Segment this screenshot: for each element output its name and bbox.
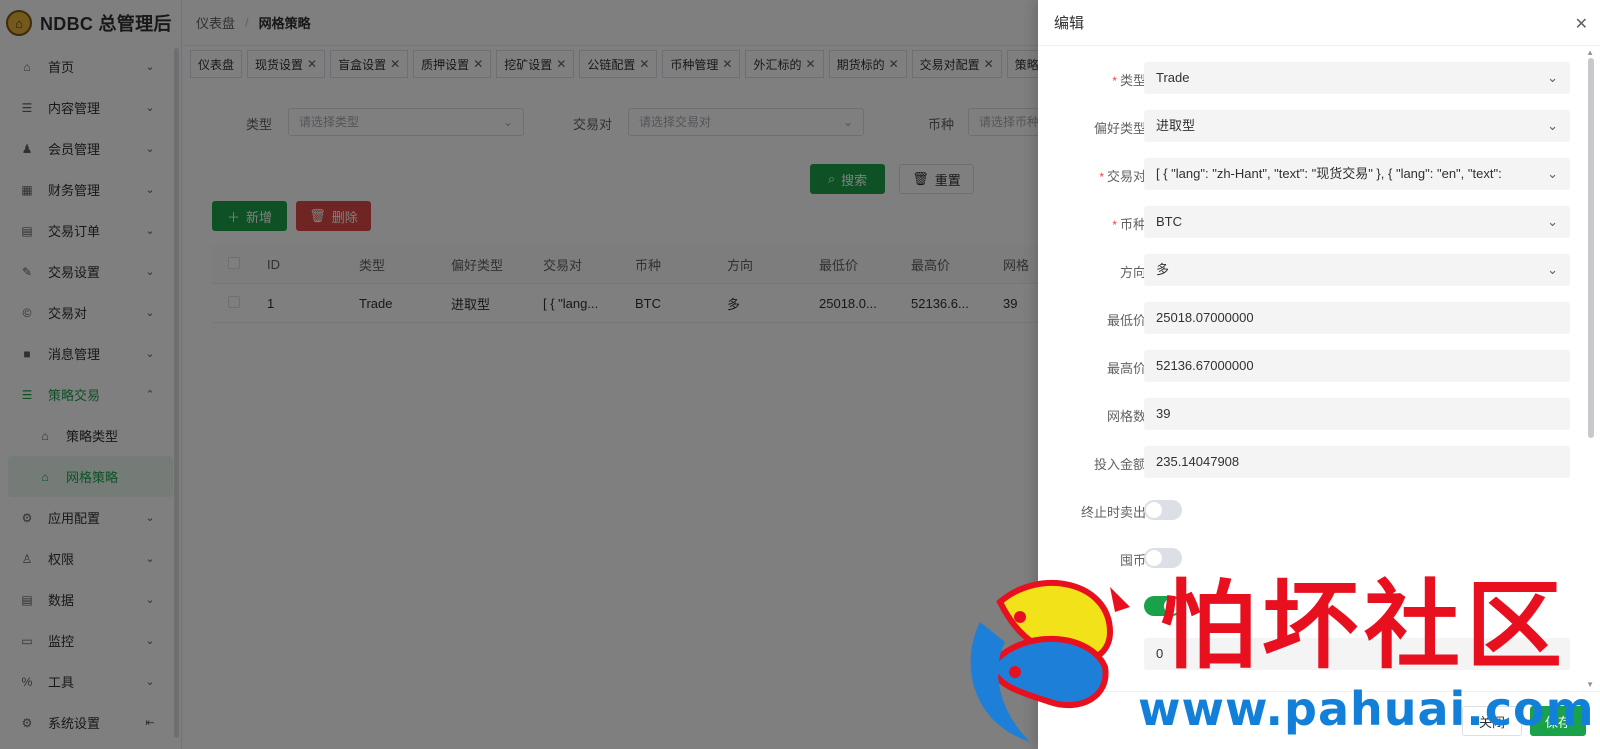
form-label-text: 终止时卖出 <box>1080 505 1146 520</box>
form-label-text: 最低价 <box>1106 313 1146 328</box>
form-label: 投入金额 <box>1094 454 1146 473</box>
form-select[interactable]: Trade ⌄ <box>1144 62 1570 94</box>
form-select[interactable]: 进取型 ⌄ <box>1144 110 1570 142</box>
switch-knob <box>1146 502 1162 518</box>
form-item: * 类型 Trade ⌄ <box>1038 62 1584 94</box>
switch-knob <box>1146 550 1162 566</box>
form-label-text: 交易对 <box>1106 169 1146 184</box>
field-value: 39 <box>1156 406 1171 421</box>
form-select[interactable]: [ { "lang": "zh-Hant", "text": "现货交易" },… <box>1144 158 1570 190</box>
field-value: 多 <box>1156 262 1170 277</box>
form-label: 网格数 <box>1107 406 1146 425</box>
field-value: 52136.67000000 <box>1156 358 1254 373</box>
switch-knob <box>1164 598 1180 614</box>
chevron-down-icon: ⌄ <box>1541 254 1558 286</box>
field-value: 进取型 <box>1156 118 1196 133</box>
form-label-text: 投入金额 <box>1093 457 1146 472</box>
scroll-down-icon[interactable]: ▼ <box>1586 680 1594 689</box>
form-label: * 交易对 <box>1099 166 1146 185</box>
form-item: 投入金额 235.14047908 <box>1038 446 1584 478</box>
form-label: 最低价 <box>1107 310 1146 329</box>
field-value: BTC <box>1156 214 1182 229</box>
field-value: 235.14047908 <box>1156 454 1240 469</box>
form-input[interactable]: 25018.07000000 <box>1144 302 1570 334</box>
form-item: 0 <box>1038 638 1584 670</box>
field-value: [ { "lang": "zh-Hant", "text": "现货交易" },… <box>1156 166 1502 181</box>
save-button[interactable]: 保存 <box>1530 706 1586 736</box>
form-label-text: 网格数 <box>1106 409 1146 424</box>
form-input[interactable]: 0 <box>1144 638 1570 670</box>
chevron-down-icon: ⌄ <box>1541 206 1558 238</box>
form-label-text: 币种 <box>1119 217 1146 232</box>
drawer-title: 编辑 <box>1054 15 1085 32</box>
field-value: 0 <box>1156 646 1164 661</box>
form-input[interactable]: 39 <box>1144 398 1570 430</box>
form-label: 最高价 <box>1107 358 1146 377</box>
form-label-text: 类型 <box>1119 73 1146 88</box>
form-item: 终止时卖出 <box>1038 494 1584 526</box>
field-value: Trade <box>1156 70 1190 85</box>
form-label: * 币种 <box>1112 214 1146 233</box>
form-label: 偏好类型 <box>1094 118 1146 137</box>
close-icon[interactable]: ✕ <box>1575 14 1588 34</box>
form-item: 网格数 39 <box>1038 398 1584 430</box>
required-asterisk: * <box>1112 74 1117 88</box>
form-label: * 类型 <box>1112 70 1146 89</box>
toggle-switch[interactable] <box>1144 500 1182 520</box>
form-item: 囤币 <box>1038 542 1584 574</box>
scroll-up-icon[interactable]: ▲ <box>1586 48 1594 57</box>
form-item: 偏好类型 进取型 ⌄ <box>1038 110 1584 142</box>
modal-overlay[interactable] <box>0 0 1038 749</box>
form-select[interactable]: BTC ⌄ <box>1144 206 1570 238</box>
field-value: 25018.07000000 <box>1156 310 1254 325</box>
form-item: 最高价 52136.67000000 <box>1038 350 1584 382</box>
form-input[interactable]: 235.14047908 <box>1144 446 1570 478</box>
form-label: 方向 <box>1120 262 1146 281</box>
form-label: 终止时卖出 <box>1081 502 1146 521</box>
form-label-text: 方向 <box>1119 265 1146 280</box>
chevron-down-icon: ⌄ <box>1541 158 1558 190</box>
form-label-text: 最高价 <box>1106 361 1146 376</box>
form-label: 囤币 <box>1120 550 1146 569</box>
chevron-down-icon: ⌄ <box>1541 110 1558 142</box>
close-button[interactable]: 关闭 <box>1462 706 1522 736</box>
chevron-down-icon: ⌄ <box>1541 62 1558 94</box>
edit-drawer: 编辑 ✕ * 类型 Trade ⌄ 偏好类型 进取型 ⌄ * 交易对[ { "lang": "z… <box>1038 0 1600 749</box>
form-item: 最低价 25018.07000000 <box>1038 302 1584 334</box>
form-item: * 币种 BTC ⌄ <box>1038 206 1584 238</box>
toggle-switch[interactable] <box>1144 596 1182 616</box>
drawer-form: * 类型 Trade ⌄ 偏好类型 进取型 ⌄ * 交易对[ { "lang": "zh-Han… <box>1038 46 1584 691</box>
drawer-header: 编辑 ✕ <box>1038 0 1600 46</box>
form-select[interactable]: 多 ⌄ <box>1144 254 1570 286</box>
drawer-footer: 关闭 保存 <box>1038 691 1600 749</box>
form-item: * 交易对 [ { "lang": "zh-Hant", "text": "现货交易… <box>1038 158 1584 190</box>
drawer-scrollbar[interactable] <box>1588 58 1594 438</box>
required-asterisk: * <box>1099 170 1104 184</box>
required-asterisk: * <box>1112 218 1117 232</box>
form-input[interactable]: 52136.67000000 <box>1144 350 1570 382</box>
form-label-text: 偏好类型 <box>1093 121 1146 136</box>
toggle-switch[interactable] <box>1144 548 1182 568</box>
form-item: 方向多 ⌄ <box>1038 254 1584 286</box>
form-label-text: 囤币 <box>1119 553 1146 568</box>
form-item <box>1038 590 1584 622</box>
